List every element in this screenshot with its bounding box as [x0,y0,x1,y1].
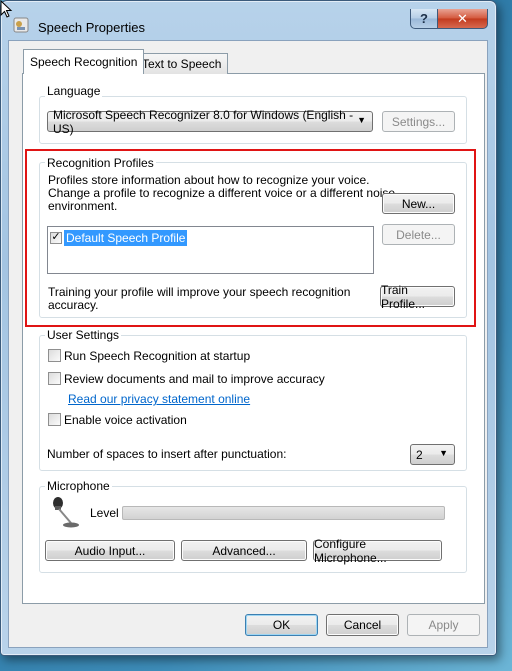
list-item[interactable]: ✓ Default Speech Profile [50,229,188,246]
window-title: Speech Properties [38,20,145,35]
user-settings-label: User Settings [45,328,122,342]
close-button[interactable]: ✕ [437,9,488,29]
recognizer-select[interactable]: Microsoft Speech Recognizer 8.0 for Wind… [47,108,373,136]
microphone-group-label: Microphone [45,479,112,493]
speech-app-icon [13,17,29,33]
voice-activation-checkbox[interactable] [48,413,61,426]
configure-microphone-button[interactable]: Configure Microphone... [313,537,442,565]
train-profile-button[interactable]: Train Profile... [380,283,455,311]
voice-activation-label: Enable voice activation [64,413,187,427]
mouse-cursor-icon [0,0,13,18]
training-text-line-2: accuracy. [48,298,99,312]
mic-level-label: Level [90,506,119,520]
mic-level-meter [122,506,445,520]
review-documents-checkbox[interactable] [48,372,61,385]
profile-checkbox[interactable]: ✓ [50,231,62,244]
profile-label: Default Speech Profile [64,229,188,246]
training-text-line-1: Training your profile will improve your … [48,285,351,299]
tab-text-to-speech[interactable]: Text to Speech [135,53,229,74]
profiles-description-line-2: Change a profile to recognize a differen… [48,186,396,200]
new-profile-button[interactable]: New... [382,193,455,214]
language-group-label: Language [45,84,103,98]
microphone-icon [53,497,79,528]
spaces-after-punctuation-label: Number of spaces to insert after punctua… [47,447,287,461]
apply-button[interactable]: Apply [407,614,480,636]
spaces-select[interactable]: 2 ▼ [410,444,455,465]
run-at-startup-label: Run Speech Recognition at startup [64,349,251,363]
audio-input-button[interactable]: Audio Input... [45,540,175,561]
profiles-list[interactable]: ✓ Default Speech Profile [47,226,374,274]
recognizer-select-value: Microsoft Speech Recognizer 8.0 for Wind… [53,107,354,136]
delete-profile-button[interactable]: Delete... [382,224,455,245]
profiles-description-line-3: environment. [48,199,118,213]
run-at-startup-checkbox[interactable] [48,349,61,362]
review-documents-label: Review documents and mail to improve acc… [64,372,325,386]
settings-button[interactable]: Settings... [382,111,455,132]
tab-speech-recognition[interactable]: Speech Recognition [23,49,145,74]
privacy-statement-link[interactable]: Read our privacy statement online [68,392,250,406]
chevron-down-icon: ▼ [439,448,448,458]
profiles-description-line-1: Profiles store information about how to … [48,173,370,187]
ok-button[interactable]: OK [245,614,318,636]
recognition-profiles-label: Recognition Profiles [45,156,156,170]
spaces-select-value: 2 [416,447,423,462]
help-button[interactable]: ? [410,9,438,29]
advanced-button[interactable]: Advanced... [181,540,307,561]
cancel-button[interactable]: Cancel [326,614,399,636]
chevron-down-icon: ▼ [357,115,366,125]
